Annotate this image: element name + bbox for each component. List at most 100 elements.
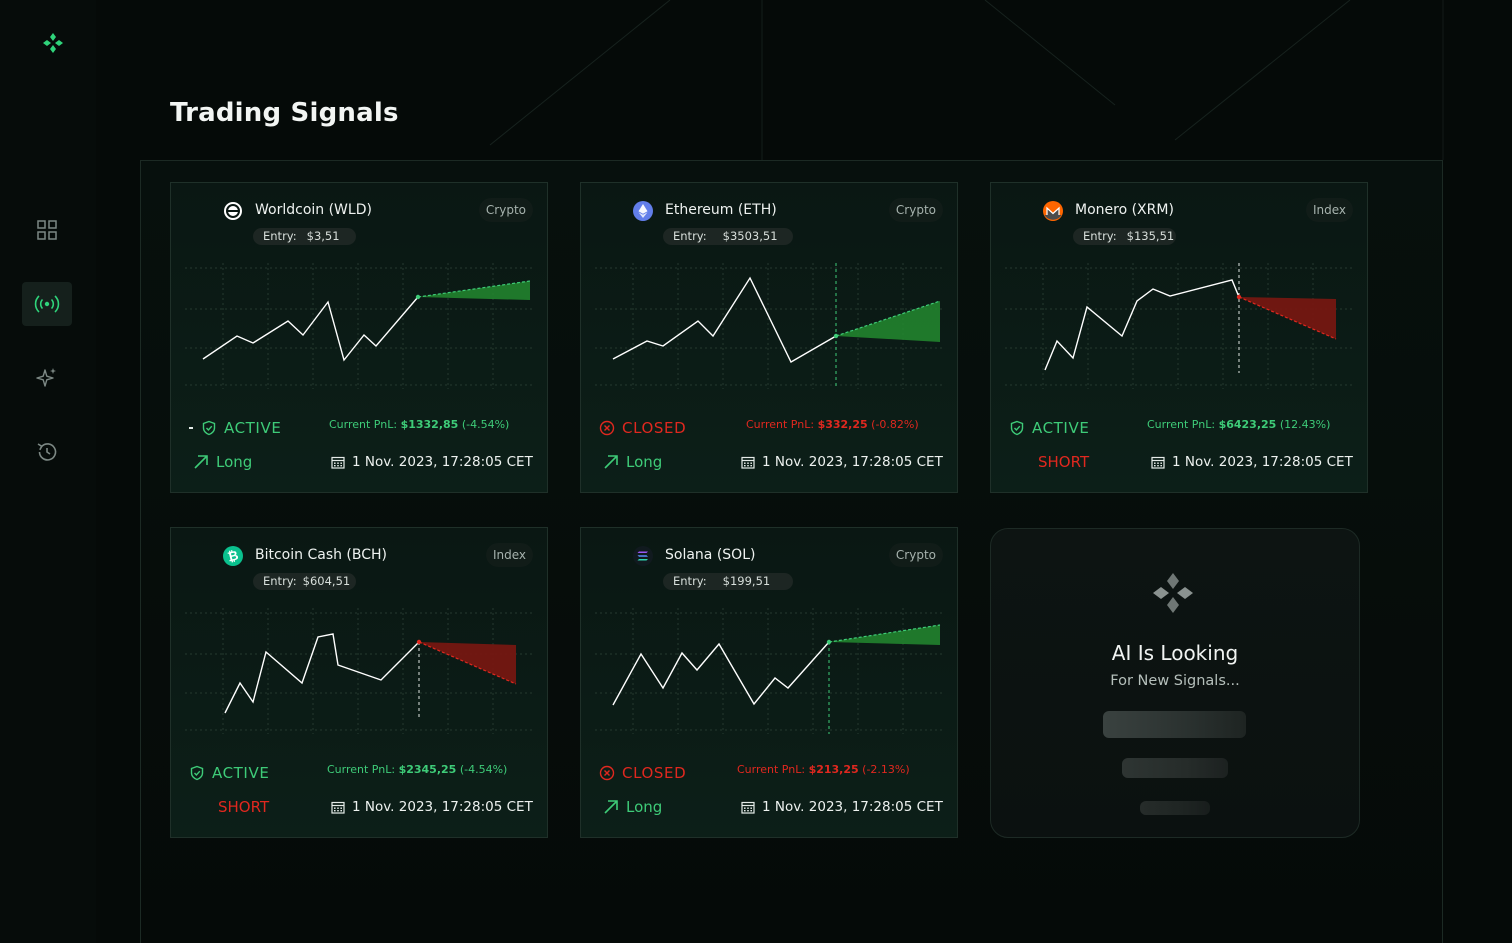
arrow-up-right-icon [604, 455, 618, 469]
loading-skeleton [1103, 711, 1246, 738]
shield-check-icon [202, 420, 216, 436]
entry-value: $135,51 [1126, 229, 1175, 243]
asset-name: Bitcoin Cash (BCH) [255, 547, 388, 563]
status-label: ACTIVE [1032, 419, 1090, 437]
trade-direction: Long [603, 798, 662, 816]
entry-value: $3503,51 [722, 229, 778, 243]
trade-direction: Long [193, 453, 252, 471]
status-label: ACTIVE [212, 764, 270, 782]
entry-price-pill: Entry: $135,51 [1073, 228, 1176, 245]
signal-status: CLOSED [599, 763, 686, 783]
sidebar [0, 0, 96, 943]
price-chart [185, 263, 535, 389]
calendar-icon [331, 456, 345, 469]
asset-name: Ethereum (ETH) [665, 202, 777, 218]
nav-dashboard[interactable] [22, 208, 72, 252]
asset-type-badge: Index [485, 543, 533, 567]
entry-label: Entry: [673, 574, 707, 588]
shield-check-icon [1010, 420, 1024, 436]
signal-card[interactable]: Worldcoin (WLD) Crypto Entry: $3,51 ACTIV… [170, 182, 548, 493]
pnl-percent: (-0.82%) [871, 418, 919, 431]
asset-name: Solana (SOL) [665, 547, 756, 563]
ai-logo-icon [1153, 573, 1193, 613]
pnl-label: Current PnL: [1147, 418, 1216, 431]
app-logo-icon[interactable] [40, 30, 66, 56]
entry-price-pill: Entry: $3503,51 [663, 228, 793, 245]
price-chart [185, 608, 535, 734]
arrow-up-right-icon [604, 800, 618, 814]
nav-signals[interactable] [22, 282, 72, 326]
calendar-icon [331, 801, 345, 814]
current-pnl: Current PnL: $213,25 (-2.13%) [737, 763, 910, 776]
nav-ai[interactable] [22, 356, 72, 400]
date-text: 1 Nov. 2023, 17:28:05 CET [352, 454, 533, 470]
direction-label: Long [626, 798, 663, 816]
page-title: Trading Signals [170, 98, 399, 128]
signal-date: 1 Nov. 2023, 17:28:05 CET [741, 799, 943, 815]
price-chart [595, 263, 945, 389]
trade-direction: SHORT [218, 798, 269, 816]
solana-icon [633, 546, 653, 566]
current-pnl: Current PnL: $1332,85 (-4.54%) [329, 418, 509, 431]
entry-value: $3,51 [306, 229, 340, 243]
entry-value: $604,51 [302, 574, 351, 588]
signal-card[interactable]: Monero (XRM) Index Entry: $135,51 ACTIVE … [990, 182, 1368, 493]
pnl-percent: (-2.13%) [862, 763, 910, 776]
current-pnl: Current PnL: $6423,25 (12.43%) [1147, 418, 1330, 431]
nav-history[interactable] [22, 430, 72, 474]
date-text: 1 Nov. 2023, 17:28:05 CET [352, 799, 533, 815]
calendar-icon [741, 456, 755, 469]
signal-date: 1 Nov. 2023, 17:28:05 CET [331, 799, 533, 815]
signal-broadcast-icon [34, 295, 60, 313]
entry-label: Entry: [1083, 229, 1117, 243]
signal-card[interactable]: ₿ Bitcoin Cash (BCH) Index Entry: $604,51… [170, 527, 548, 838]
signal-status: ACTIVE [189, 418, 281, 438]
asset-type-badge: Crypto [888, 543, 943, 567]
price-chart [1005, 263, 1355, 389]
entry-label: Entry: [673, 229, 707, 243]
arrow-up-right-icon [194, 455, 208, 469]
trade-direction: SHORT [1038, 453, 1089, 471]
entry-price-pill: Entry: $199,51 [663, 573, 793, 590]
pnl-percent: (-4.54%) [461, 418, 510, 431]
loading-skeleton [1122, 758, 1228, 778]
direction-label: SHORT [1038, 453, 1090, 471]
signal-status: ACTIVE [189, 763, 269, 783]
monero-icon [1043, 201, 1063, 221]
direction-label: SHORT [218, 798, 270, 816]
ai-searching-card: AI Is Looking For New Signals... [990, 528, 1360, 838]
signal-card[interactable]: Solana (SOL) Crypto Entry: $199,51 CLOSED… [580, 527, 958, 838]
trade-direction: Long [603, 453, 662, 471]
signal-card[interactable]: Ethereum (ETH) Crypto Entry: $3503,51 CLO… [580, 182, 958, 493]
status-label: CLOSED [622, 419, 687, 437]
worldcoin-icon [224, 202, 242, 220]
ai-card-subtitle: For New Signals... [1110, 673, 1240, 689]
bullet-dash [189, 427, 193, 429]
date-text: 1 Nov. 2023, 17:28:05 CET [1172, 454, 1353, 470]
entry-price-pill: Entry: $3,51 [253, 228, 356, 245]
signal-status: ACTIVE [1009, 418, 1089, 438]
direction-label: Long [626, 453, 663, 471]
close-circle-icon [599, 420, 615, 436]
bitcoin-cash-icon: ₿ [223, 546, 243, 566]
close-circle-icon [599, 765, 615, 781]
asset-type-badge: Crypto [478, 198, 533, 222]
entry-label: Entry: [263, 229, 297, 243]
entry-value: $199,51 [722, 574, 771, 588]
pnl-value: $1332,85 [400, 418, 459, 431]
pnl-value: $6423,25 [1218, 418, 1277, 431]
signal-status: CLOSED [599, 418, 686, 438]
calendar-icon [741, 801, 755, 814]
pnl-percent: (-4.54%) [459, 763, 508, 776]
history-clock-icon [37, 443, 57, 461]
direction-label: Long [216, 453, 253, 471]
signal-date: 1 Nov. 2023, 17:28:05 CET [741, 454, 943, 470]
date-text: 1 Nov. 2023, 17:28:05 CET [762, 454, 943, 470]
signal-date: 1 Nov. 2023, 17:28:05 CET [331, 454, 533, 470]
dashboard-grid-icon [37, 220, 57, 240]
shield-check-icon [190, 765, 204, 781]
pnl-label: Current PnL: [327, 763, 396, 776]
ethereum-icon [633, 201, 653, 221]
loading-skeleton [1140, 801, 1210, 815]
asset-type-badge: Crypto [888, 198, 943, 222]
